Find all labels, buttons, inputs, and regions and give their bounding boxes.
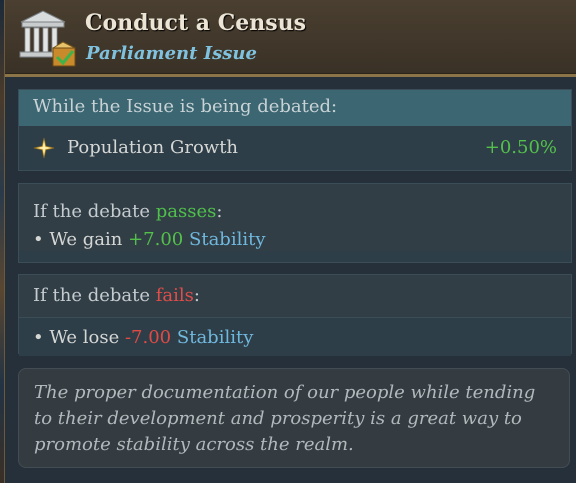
population-growth-value: +0.50% — [484, 137, 557, 158]
population-growth-row: Population Growth +0.50% — [19, 126, 571, 169]
pass-effect-bullet: • We gain — [33, 228, 123, 250]
tooltip-header: Conduct a Census Parliament Issue — [5, 0, 576, 77]
star-icon — [33, 137, 55, 158]
flavor-text-box: The proper documentation of our people w… — [18, 368, 570, 468]
fail-effect-row: • We lose -7.00 Stability — [19, 317, 571, 356]
debate-effects-section: While the Issue is being debated: Popula… — [18, 89, 572, 171]
fail-effect-amount: -7.00 — [124, 326, 172, 348]
debate-passes-heading: If the debate passes: — [19, 184, 571, 227]
passes-heading-suffix: : — [216, 201, 223, 222]
fails-heading-suffix: : — [193, 285, 200, 306]
debate-passes-section: If the debate passes: • We gain +7.00 St… — [18, 183, 572, 263]
debate-fails-heading: If the debate fails: — [19, 275, 571, 317]
pass-effect-stat: Stability — [189, 228, 266, 250]
fail-effect-bullet: • We lose — [33, 326, 120, 348]
flavor-text: The proper documentation of our people w… — [34, 382, 536, 455]
issue-title: Conduct a Census — [85, 10, 306, 36]
tooltip-panel: Conduct a Census Parliament Issue While … — [4, 0, 576, 483]
population-growth-label: Population Growth — [67, 137, 239, 158]
fail-effect-stat: Stability — [176, 326, 254, 348]
passes-heading-prefix: If the debate — [33, 201, 156, 222]
pass-effect-row: • We gain +7.00 Stability — [19, 227, 571, 251]
debate-fails-section: If the debate fails: • We lose -7.00 Sta… — [18, 274, 572, 356]
issue-type-subtitle: Parliament Issue — [86, 43, 257, 64]
fails-keyword: fails — [155, 285, 194, 306]
fails-heading-prefix: If the debate — [33, 285, 156, 306]
population-growth-label-group: Population Growth — [33, 137, 238, 159]
parliament-temple-icon — [19, 10, 77, 67]
pass-effect-amount: +7.00 — [128, 228, 184, 250]
passes-keyword: passes — [155, 201, 217, 222]
debate-effects-heading: While the Issue is being debated: — [19, 90, 571, 126]
